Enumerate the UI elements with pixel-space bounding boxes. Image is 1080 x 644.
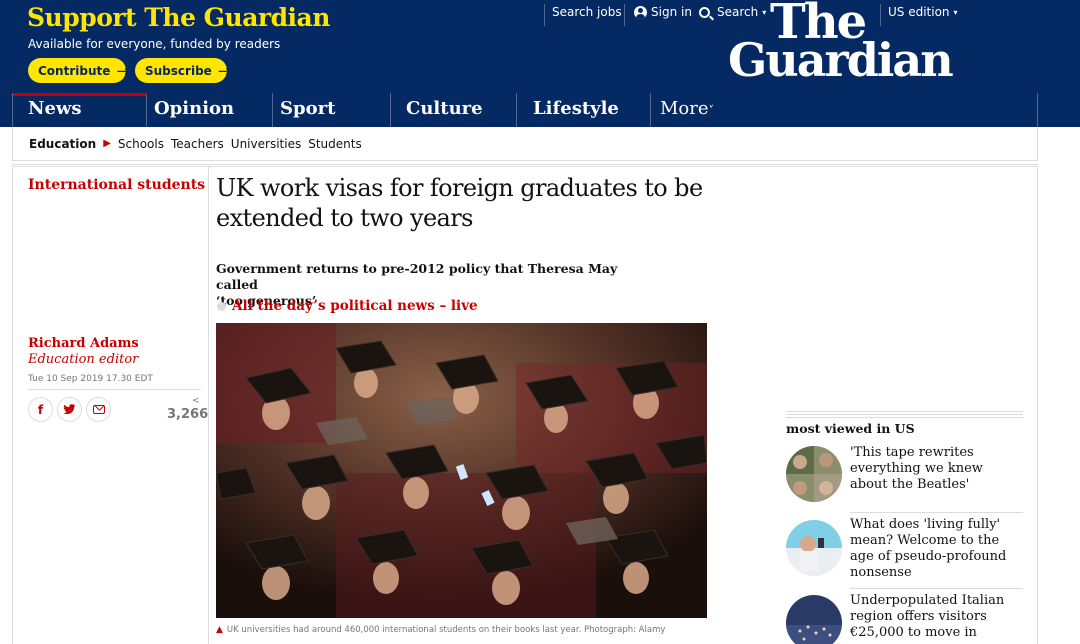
facebook-icon: f [37,402,44,417]
share-icon: < [192,396,200,406]
support-subtitle: Available for everyone, funded by reader… [28,37,281,51]
image-caption: ▲ UK universities had around 460,000 int… [216,625,665,635]
divider [1037,167,1038,644]
publish-date: Tue 10 Sep 2019 17.30 EDT [28,374,153,384]
arrow-right-icon: → [116,61,129,80]
caption-triangle-icon: ▲ [216,625,223,635]
divider [208,167,209,644]
search-jobs-link[interactable]: Search jobs [552,5,622,19]
contribute-label: Contribute [38,63,111,78]
nav-sport[interactable]: Sport [265,93,391,127]
nav-news[interactable]: News [13,93,147,127]
share-count: 3,266 [167,407,209,422]
contribute-button[interactable]: Contribute → [28,58,129,83]
most-viewed-headline: What does 'living fully' mean? Welcome t… [850,517,1007,580]
article-kicker[interactable]: International students [28,177,205,193]
divider [624,4,625,26]
nav-opinion[interactable]: Opinion [139,93,273,127]
subnav-item-teachers[interactable]: Teachers [171,137,224,151]
nav-more-label: More [660,98,709,119]
search-label: Search [717,5,759,19]
twitter-share-button[interactable] [57,397,82,422]
standfirst-line-1: Government returns to pre-2012 policy th… [216,261,618,292]
most-viewed-headline: Underpopulated Italian region offers vis… [850,593,1005,640]
caption-text: UK universities had around 460,000 inter… [226,625,666,635]
twitter-icon [63,404,76,415]
subnav-item-schools[interactable]: Schools [118,137,164,151]
chevron-down-icon: ˅ [708,104,715,117]
subscribe-button[interactable]: Subscribe → [135,58,230,83]
most-viewed-thumbnail [786,520,842,576]
section-subnav: Education ▶ Schools Teachers Universitie… [12,127,1038,161]
subscribe-label: Subscribe [145,63,212,78]
arrow-right-icon: → [217,61,231,80]
most-viewed-thumbnail [786,446,842,502]
subnav-item-students[interactable]: Students [308,137,362,151]
sign-in-label: Sign in [651,5,692,19]
divider [850,512,1023,513]
divider [786,411,1023,418]
facebook-share-button[interactable]: f [28,397,53,422]
search-link[interactable]: Search ▾ [699,5,766,19]
edition-selector[interactable]: US edition ▾ [888,5,958,19]
sign-in-link[interactable]: Sign in [634,5,692,19]
avatar-icon [634,5,647,19]
chevron-down-icon: ▾ [953,7,958,17]
divider [880,4,881,26]
subnav-item-universities[interactable]: Universities [231,137,301,151]
nav-culture[interactable]: Culture [391,93,517,127]
divider [28,389,201,390]
email-share-button[interactable] [86,397,111,422]
byline: Richard Adams Education editor [28,336,203,368]
chevron-down-icon: ▾ [762,7,767,17]
search-jobs-label: Search jobs [552,5,622,19]
live-politics-link[interactable]: All the day’s political news – live [232,298,478,314]
graduation-photo [216,323,707,618]
search-icon [699,6,710,18]
pillar-nav: News Opinion Sport Culture Lifestyle Mor… [12,93,1038,127]
support-title: Support The Guardian [27,3,330,32]
article-main-image[interactable] [216,323,707,618]
edition-label: US edition [888,5,950,19]
subnav-section-education[interactable]: Education [29,137,96,151]
article-headline: UK work visas for foreign graduates to b… [216,174,703,232]
masthead: Support The Guardian Available for every… [0,0,1080,127]
most-viewed-headline: 'This tape rewrites everything we knew a… [850,445,983,492]
nav-lifestyle[interactable]: Lifestyle [518,93,651,127]
guardian-logo-guardian[interactable]: Guardian [728,33,954,87]
author-name[interactable]: Richard Adams [28,336,139,351]
divider [12,164,1038,167]
author-role: Education editor [28,352,139,367]
divider [850,588,1023,589]
live-dot-icon [217,302,226,311]
triangle-right-icon: ▶ [103,138,111,149]
nav-more[interactable]: More˅ [653,93,714,127]
divider [12,167,13,644]
divider [544,4,545,26]
most-viewed-title: most viewed in US [786,421,915,436]
email-icon [92,405,105,414]
most-viewed-thumbnail [786,595,842,644]
